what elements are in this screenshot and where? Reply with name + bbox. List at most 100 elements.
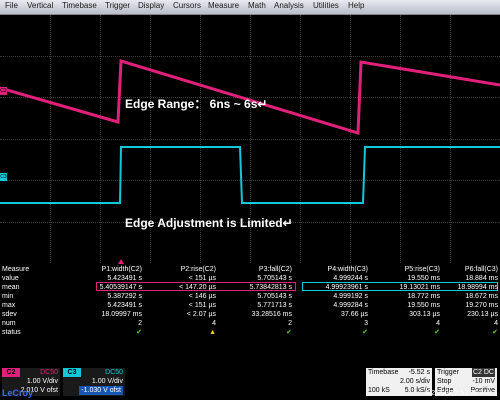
c2-coupling: DC50: [40, 369, 58, 376]
c3-vdiv: 1.00 V/div: [91, 378, 123, 385]
column-header[interactable]: P5:rise(C3): [405, 265, 440, 274]
table-cell: 18.98994 ms: [457, 284, 498, 291]
status-warning-icon: ▲: [209, 329, 216, 336]
table-cell: 3: [364, 320, 368, 327]
status-check-icon: ✔: [286, 329, 292, 336]
row-label: num: [2, 320, 16, 327]
table-cell: 4.999284 s: [333, 302, 368, 309]
table-row: min 5.387292 s < 146 µs 5.705143 s 4.999…: [0, 292, 500, 301]
table-cell: 18.772 ms: [407, 293, 440, 300]
table-row: status ✔ ▲ ✔ ✔ ✔ ✔: [0, 328, 500, 337]
trigger-source-badge: C2 DC: [471, 368, 495, 377]
row-label: status: [2, 329, 21, 336]
column-header[interactable]: P4:width(C3): [328, 265, 368, 274]
trigger-label: Trigger: [437, 369, 459, 376]
column-header[interactable]: P6:fall(C3): [465, 265, 498, 274]
waveform-display[interactable]: C2 C3 Edge Range： 6ns ~ 6s↵ Edge Adjustm…: [0, 15, 500, 263]
measurement-table: Measure P1:width(C2) P2:rise(C2) P3:fall…: [0, 264, 500, 368]
table-cell: 5.423491 s: [107, 302, 142, 309]
table-cell: 4.99923961 s: [325, 284, 368, 291]
table-cell: 18.672 ms: [465, 293, 498, 300]
trigger-level: -10 mV: [472, 378, 495, 385]
c3-trace: [0, 146, 500, 204]
row-label: max: [2, 302, 16, 309]
table-cell: < 147.20 µs: [179, 284, 216, 291]
status-check-icon: ✔: [492, 329, 498, 336]
timebase-samples: 100 kS: [368, 387, 390, 394]
c3-vertical-panel[interactable]: C3 DC50 1.00 V/div -1.030 V ofst: [63, 368, 125, 396]
menu-math[interactable]: Math: [248, 1, 266, 10]
row-label: mean: [2, 284, 20, 291]
menu-vertical[interactable]: Vertical: [27, 1, 53, 10]
timebase-sdiv: 2.00 s/div: [400, 378, 430, 385]
table-cell: 4: [212, 320, 216, 327]
table-cell: 4: [436, 320, 440, 327]
timebase-delay: -5.52 s: [408, 369, 430, 376]
table-cell: 19.550 ms: [407, 275, 440, 282]
table-row: max 5.423491 s < 151 µs 5.771713 s 4.999…: [0, 301, 500, 310]
menu-file[interactable]: File: [5, 1, 18, 10]
menu-bar: File Vertical Timebase Trigger Display C…: [0, 0, 500, 15]
c3-badge: C3: [63, 368, 81, 377]
row-label: value: [2, 275, 19, 282]
status-check-icon: ✔: [434, 329, 440, 336]
table-cell: 5.40539147 s: [99, 284, 142, 291]
table-cell: < 146 µs: [188, 293, 216, 300]
c3-offset: -1.030 V ofst: [79, 386, 123, 395]
table-row: num 2 4 2 3 4 4: [0, 319, 500, 328]
table-cell: 33.28516 ms: [251, 311, 292, 318]
table-cell: < 151 µs: [188, 275, 216, 282]
c2-channel-tag[interactable]: C2: [0, 87, 7, 95]
table-cell: 19.13021 ms: [399, 284, 440, 291]
c2-vdiv: 1.00 V/div: [26, 378, 58, 385]
table-cell: < 151 µs: [188, 302, 216, 309]
column-header[interactable]: P2:rise(C2): [181, 265, 216, 274]
table-cell: 4: [494, 320, 498, 327]
menu-cursors[interactable]: Cursors: [173, 1, 201, 10]
table-cell: 5.771713 s: [257, 302, 292, 309]
menu-help[interactable]: Help: [348, 1, 364, 10]
menu-measure[interactable]: Measure: [208, 1, 239, 10]
row-label: Measure: [2, 266, 30, 273]
row-label: sdev: [2, 311, 17, 318]
timebase-panel[interactable]: Timebase -5.52 s 2.00 s/div 100 kS 5.0 k…: [366, 368, 432, 396]
table-cell: 18.09997 ms: [101, 311, 142, 318]
table-cell: 2: [288, 320, 292, 327]
status-check-icon: ✔: [362, 329, 368, 336]
table-cell: 4.999244 s: [333, 275, 368, 282]
lecroy-logo: LeCroy: [2, 388, 34, 398]
table-header-row: Measure P1:width(C2) P2:rise(C2) P3:fall…: [0, 265, 500, 274]
table-cell: 5.423491 s: [107, 275, 142, 282]
table-cell: 5.387292 s: [107, 293, 142, 300]
table-row: value 5.423491 s < 151 µs 5.705143 s 4.9…: [0, 274, 500, 283]
menu-utilities[interactable]: Utilities: [313, 1, 339, 10]
table-cell: 19.270 ms: [465, 302, 498, 309]
table-cell: < 2.07 µs: [186, 311, 216, 318]
table-cell: 4.999192 s: [333, 293, 368, 300]
table-cell: 5.73842813 s: [249, 284, 292, 291]
column-header[interactable]: P1:width(C2): [102, 265, 142, 274]
menu-display[interactable]: Display: [138, 1, 164, 10]
menu-timebase[interactable]: Timebase: [62, 1, 97, 10]
datetime-display: 4/2/2003 2:53:28 AM: [425, 390, 490, 397]
status-check-icon: ✔: [136, 329, 142, 336]
table-row: sdev 18.09997 ms < 2.07 µs 33.28516 ms 3…: [0, 310, 500, 319]
edge-adjust-annotation: Edge Adjustment is Limited↵: [125, 216, 293, 230]
trigger-mode: Stop: [437, 378, 452, 385]
table-cell: 2: [138, 320, 142, 327]
menu-trigger[interactable]: Trigger: [105, 1, 130, 10]
table-cell: 19.550 ms: [407, 302, 440, 309]
c3-coupling: DC50: [105, 369, 123, 376]
table-row: mean 5.40539147 s < 147.20 µs 5.73842813…: [0, 283, 500, 292]
menu-analysis[interactable]: Analysis: [274, 1, 304, 10]
c3-channel-tag[interactable]: C3: [0, 173, 7, 181]
table-cell: 18.884 ms: [465, 275, 498, 282]
timebase-label: Timebase: [368, 369, 399, 376]
column-header[interactable]: P3:fall(C2): [259, 265, 292, 274]
table-cell: 303.13 µs: [409, 311, 440, 318]
table-cell: 5.705143 s: [257, 293, 292, 300]
table-cell: 230.13 µs: [467, 311, 498, 318]
edge-range-annotation: Edge Range： 6ns ~ 6s↵: [125, 97, 268, 111]
c2-badge: C2: [2, 368, 20, 377]
table-cell: 5.705143 s: [257, 275, 292, 282]
